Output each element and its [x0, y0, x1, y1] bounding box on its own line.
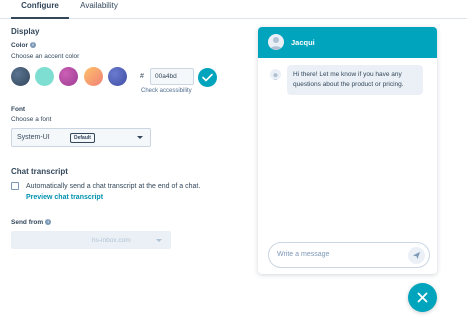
send-button[interactable] — [408, 247, 425, 264]
avatar — [268, 34, 284, 50]
hash-symbol: # — [140, 73, 144, 80]
hex-color-input[interactable]: 00a4bd — [150, 68, 194, 85]
close-icon — [417, 292, 428, 303]
font-select[interactable]: System-UI Default — [11, 128, 151, 147]
display-heading: Display — [11, 27, 40, 36]
color-hint: Choose an accent color — [11, 53, 80, 60]
default-badge: Default — [70, 133, 95, 143]
color-label-row: Color i — [11, 42, 36, 49]
swatch-light-teal[interactable] — [35, 67, 54, 86]
message-avatar — [270, 69, 281, 80]
font-hint: Choose a font — [11, 116, 52, 123]
send-from-label: Send from — [11, 219, 44, 226]
agent-name: Jacqui — [291, 38, 315, 47]
send-icon — [412, 251, 421, 260]
chat-message-bubble: Hi there! Let me know if you have any qu… — [287, 65, 423, 95]
swatch-indigo[interactable] — [108, 67, 127, 86]
message-placeholder: Write a message — [277, 251, 330, 258]
tab-availability[interactable]: Availability — [74, 1, 124, 19]
transcript-checkbox-label: Automatically send a chat transcript at … — [26, 183, 201, 190]
user-icon — [270, 37, 282, 50]
font-select-value: System-UI — [17, 134, 50, 141]
transcript-checkbox[interactable] — [11, 182, 19, 190]
check-icon — [202, 73, 213, 82]
info-icon[interactable]: i — [29, 42, 36, 49]
chevron-down-icon — [156, 239, 162, 242]
send-from-value: hs-inbox.com — [92, 237, 131, 244]
message-input[interactable]: Write a message — [268, 242, 430, 268]
chat-launcher-button[interactable] — [408, 283, 437, 312]
chevron-down-icon — [137, 136, 143, 139]
tab-bar: Configure Availability — [0, 0, 467, 19]
font-label: Font — [11, 106, 26, 113]
chat-preview: Jacqui Hi there! Let me know if you have… — [258, 27, 437, 274]
send-from-select[interactable]: hs-inbox.com — [11, 231, 171, 249]
chat-header: Jacqui — [258, 27, 437, 58]
send-from-label-row: Send from i — [11, 219, 52, 226]
check-accessibility-label: Check accessibility — [141, 88, 192, 94]
swatch-magenta[interactable] — [59, 67, 78, 86]
chat-transcript-heading: Chat transcript — [11, 167, 68, 176]
color-label: Color — [11, 42, 28, 49]
user-icon — [272, 73, 279, 80]
tab-configure[interactable]: Configure — [11, 1, 69, 19]
preview-transcript-link[interactable]: Preview chat transcript — [26, 194, 103, 201]
swatch-dark-blue[interactable] — [11, 67, 30, 86]
confirm-color-button[interactable] — [198, 68, 217, 87]
info-icon[interactable]: i — [45, 219, 52, 226]
swatch-orange-gradient[interactable] — [84, 67, 103, 86]
